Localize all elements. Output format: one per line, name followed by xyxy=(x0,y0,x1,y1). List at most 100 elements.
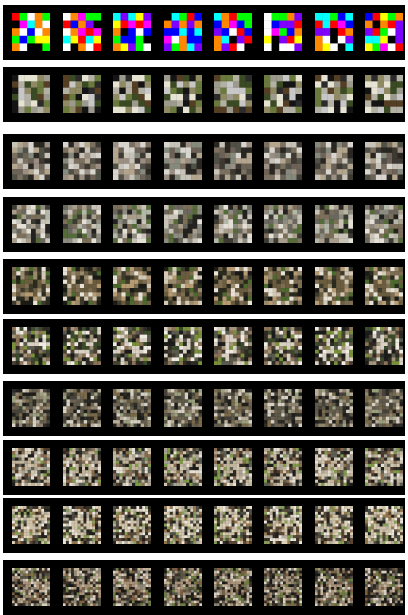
pixel xyxy=(380,43,388,51)
pixel xyxy=(28,279,34,284)
pixel xyxy=(140,158,146,164)
pixel xyxy=(264,349,268,354)
pixel xyxy=(91,219,97,225)
pixel xyxy=(315,476,319,480)
pixel xyxy=(147,330,151,335)
pixel xyxy=(346,81,353,88)
pixel xyxy=(339,413,343,417)
pixel xyxy=(121,292,126,297)
pixel xyxy=(217,476,221,480)
pixel xyxy=(217,448,221,452)
pixel xyxy=(183,353,187,358)
pixel xyxy=(315,224,320,229)
pixel xyxy=(229,460,234,464)
pixel xyxy=(340,279,345,284)
pixel xyxy=(167,406,171,410)
pixel xyxy=(126,423,131,427)
pixel xyxy=(292,467,296,471)
pixel xyxy=(386,142,393,148)
pixel xyxy=(192,224,198,229)
pixel xyxy=(94,448,98,452)
pixel xyxy=(82,467,86,471)
pixel xyxy=(365,43,373,51)
pixel xyxy=(40,228,46,234)
pixel xyxy=(134,300,139,305)
pixel xyxy=(66,457,70,461)
pixel xyxy=(276,271,281,276)
pixel xyxy=(330,338,335,343)
sample-tile xyxy=(264,389,302,427)
pixel xyxy=(63,100,70,107)
pixel xyxy=(337,20,346,29)
pixel xyxy=(389,423,393,427)
pixel xyxy=(139,338,144,343)
pixel xyxy=(38,342,43,347)
pixel xyxy=(286,463,290,468)
pixel xyxy=(129,169,135,175)
pixel xyxy=(188,416,192,421)
pixel xyxy=(168,238,174,243)
pixel xyxy=(167,409,171,414)
pixel xyxy=(233,454,237,458)
sample-row xyxy=(3,381,405,436)
pixel xyxy=(398,292,403,297)
pixel xyxy=(39,158,45,164)
pixel xyxy=(63,288,68,293)
pixel xyxy=(20,296,25,301)
pixel xyxy=(297,214,302,220)
pixel xyxy=(371,402,376,407)
pixel xyxy=(391,327,396,331)
pixel xyxy=(327,470,331,474)
pixel xyxy=(386,267,391,272)
pixel xyxy=(393,209,399,215)
pixel xyxy=(34,35,43,44)
pixel xyxy=(214,338,218,343)
sample-image xyxy=(164,389,202,427)
pixel xyxy=(223,460,227,464)
pixel xyxy=(96,219,101,225)
pixel xyxy=(379,209,385,215)
pixel xyxy=(15,357,20,362)
pixel xyxy=(91,451,95,455)
pixel xyxy=(125,106,133,113)
pixel xyxy=(172,296,177,301)
pixel xyxy=(393,238,399,243)
pixel xyxy=(33,279,38,284)
pixel xyxy=(214,152,220,159)
pixel xyxy=(379,219,385,225)
pixel xyxy=(381,288,387,293)
pixel xyxy=(125,463,129,468)
pixel xyxy=(88,479,92,483)
pixel xyxy=(239,463,243,468)
pixel xyxy=(273,479,277,483)
pixel xyxy=(145,163,151,170)
pixel xyxy=(233,457,237,461)
pixel xyxy=(393,451,397,455)
pixel xyxy=(284,420,289,424)
pixel xyxy=(129,292,135,297)
pixel xyxy=(75,476,79,480)
pixel xyxy=(168,292,173,297)
pixel xyxy=(365,283,370,289)
pixel xyxy=(315,460,319,464)
pixel xyxy=(334,87,341,95)
pixel xyxy=(25,416,30,421)
pixel xyxy=(28,283,34,289)
pixel xyxy=(247,296,252,301)
pixel xyxy=(247,275,252,280)
pixel xyxy=(119,406,124,410)
pixel xyxy=(122,448,126,452)
pixel xyxy=(315,142,321,148)
pixel xyxy=(247,219,252,225)
pixel xyxy=(195,416,199,421)
pixel xyxy=(189,473,193,477)
pixel xyxy=(88,300,93,305)
pixel xyxy=(176,473,180,477)
pixel xyxy=(21,209,27,215)
pixel xyxy=(341,349,346,354)
pixel xyxy=(395,330,400,335)
pixel xyxy=(286,460,290,464)
pixel xyxy=(18,106,25,113)
pixel xyxy=(173,479,177,483)
pixel xyxy=(277,392,282,396)
